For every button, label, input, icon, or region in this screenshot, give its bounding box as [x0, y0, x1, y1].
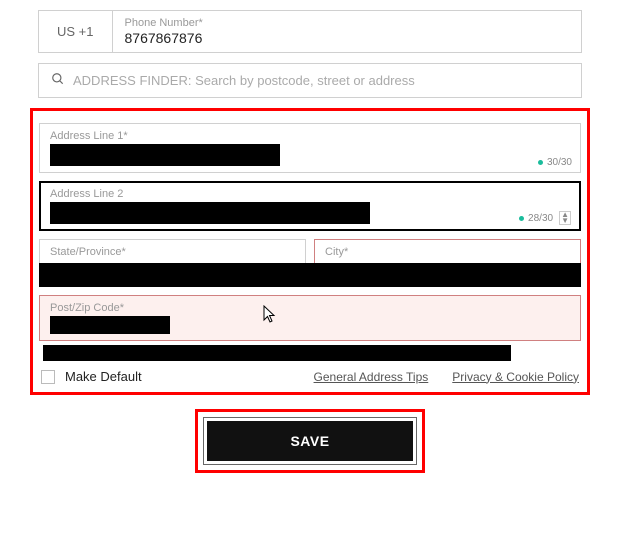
address-line-1-label: Address Line 1*: [50, 130, 570, 142]
zip-code-field[interactable]: Post/Zip Code*: [39, 295, 581, 341]
char-counter: 30/30: [538, 157, 572, 168]
counter-text: 30/30: [547, 157, 572, 168]
redacted-content: [43, 345, 511, 361]
city-label: City*: [325, 246, 570, 258]
phone-row: US +1 Phone Number* 8767867876: [38, 10, 582, 53]
stepper-icon[interactable]: ▲▼: [559, 211, 571, 225]
make-default-label: Make Default: [65, 369, 304, 384]
redacted-content: [50, 316, 170, 334]
zip-label: Post/Zip Code*: [50, 302, 570, 314]
footer-row: Make Default General Address Tips Privac…: [39, 369, 581, 384]
address-section: Address Line 1* 30/30 Address Line 2 28/…: [30, 108, 590, 395]
counter-text: 28/30: [528, 213, 553, 224]
char-counter: 28/30 ▲▼: [519, 211, 571, 225]
address-line-2-field[interactable]: Address Line 2 28/30 ▲▼: [39, 181, 581, 231]
save-button-container: SAVE: [195, 409, 425, 473]
country-code-selector[interactable]: US +1: [38, 10, 113, 53]
address-finder[interactable]: [38, 63, 582, 98]
address-line-1-field[interactable]: Address Line 1* 30/30: [39, 123, 581, 173]
redacted-content: [50, 144, 280, 166]
redacted-content: [50, 202, 370, 224]
phone-number-field[interactable]: Phone Number* 8767867876: [113, 10, 583, 53]
privacy-policy-link[interactable]: Privacy & Cookie Policy: [452, 370, 579, 384]
phone-label: Phone Number*: [125, 17, 570, 29]
status-dot-icon: [519, 216, 524, 221]
make-default-checkbox[interactable]: [41, 370, 55, 384]
general-address-tips-link[interactable]: General Address Tips: [314, 370, 429, 384]
phone-value: 8767867876: [125, 30, 570, 46]
address-line-2-label: Address Line 2: [50, 188, 570, 200]
status-dot-icon: [538, 160, 543, 165]
save-button[interactable]: SAVE: [204, 418, 416, 464]
address-finder-input[interactable]: [73, 73, 569, 88]
redacted-content: [39, 263, 581, 287]
state-label: State/Province*: [50, 246, 295, 258]
search-icon: [51, 72, 65, 89]
